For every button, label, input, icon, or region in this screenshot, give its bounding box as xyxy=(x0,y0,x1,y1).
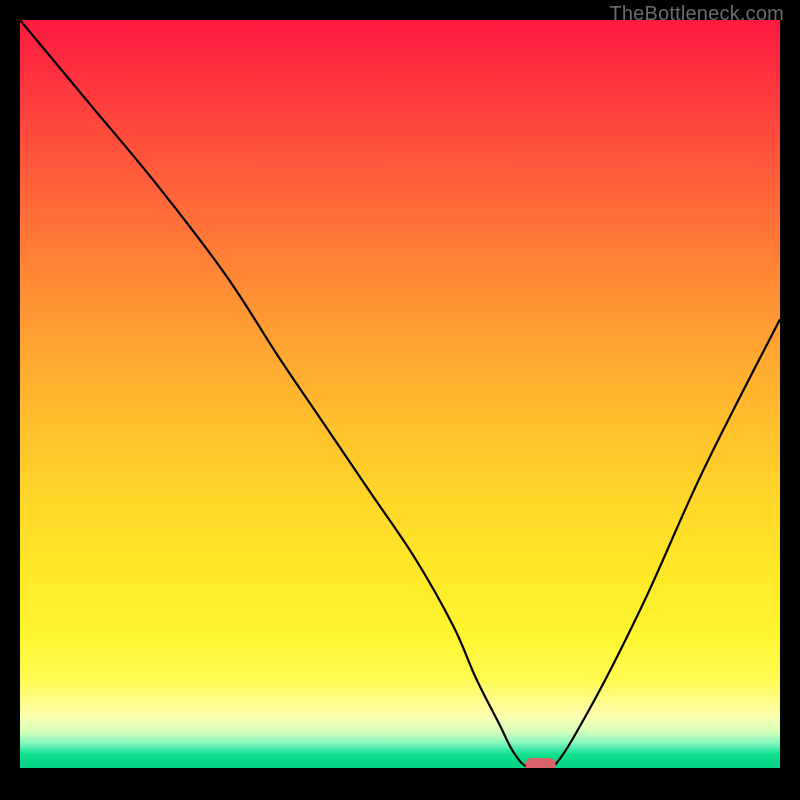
bottleneck-curve xyxy=(20,20,780,768)
chart-frame: TheBottleneck.com xyxy=(0,0,800,800)
curve-layer xyxy=(20,20,780,768)
watermark-text: TheBottleneck.com xyxy=(609,3,784,26)
plot-area xyxy=(20,20,780,768)
optimum-marker xyxy=(526,758,556,768)
